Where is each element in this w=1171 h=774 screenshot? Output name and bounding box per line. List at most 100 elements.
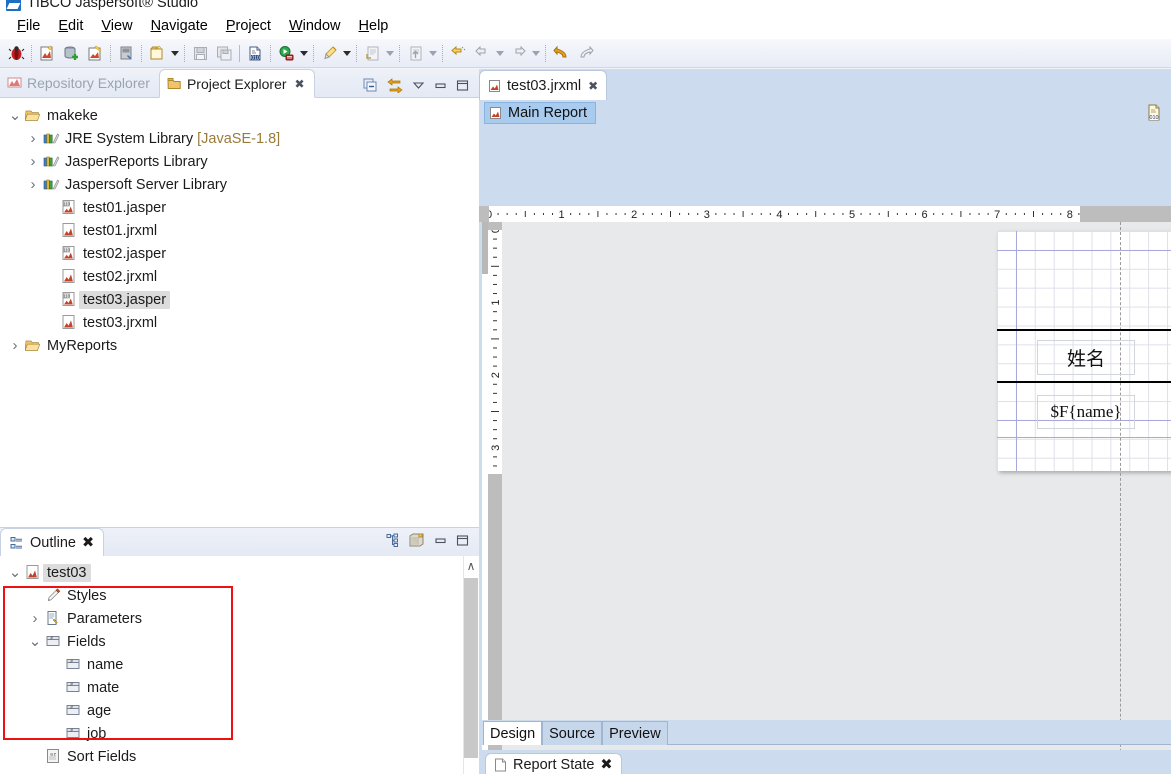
scrollbar-thumb[interactable] — [464, 578, 478, 758]
menu-help[interactable]: Help — [350, 16, 398, 36]
run-icon[interactable] — [274, 41, 298, 65]
tab-repository-explorer[interactable]: Repository Explorer — [0, 68, 159, 97]
design-canvas[interactable]: Title 简介 Column Header 姓名 性别 年龄 职业 Detai… — [502, 222, 1171, 774]
next-annotation-icon[interactable] — [446, 41, 470, 65]
band-column-header[interactable]: Column Header 姓名 性别 年龄 职业 — [997, 329, 1171, 383]
report-page[interactable]: Title 简介 Column Header 姓名 性别 年龄 职业 Detai… — [997, 222, 1171, 774]
tree-item-jasperreports-library[interactable]: › JasperReports Library — [0, 150, 479, 173]
debug-icon[interactable] — [4, 41, 28, 65]
new-datasource-icon[interactable] — [59, 41, 83, 65]
jaspersoft-studio-window: TIBCO Jaspersoft® Studio File Edit View … — [0, 0, 1171, 774]
chevron-right-icon[interactable]: › — [26, 127, 40, 150]
properties-view-icon[interactable] — [409, 533, 425, 548]
save-all-icon — [212, 41, 236, 65]
maximize-icon[interactable] — [456, 534, 469, 547]
minimize-icon[interactable] — [434, 79, 447, 92]
run-dropdown-icon[interactable] — [298, 41, 310, 65]
menu-project[interactable]: Project — [217, 16, 280, 36]
new-jrxml-icon[interactable] — [83, 41, 107, 65]
detail-textfield-name[interactable]: $F{name} — [1037, 395, 1135, 429]
tree-item-parameters[interactable]: › Parameters — [0, 607, 479, 630]
tree-item-age[interactable]: # age — [0, 699, 479, 722]
tree-item-label: test01.jasper — [83, 199, 167, 216]
tree-item-job[interactable]: # job — [0, 722, 479, 745]
svg-text:#: # — [70, 681, 73, 686]
tree-item-myreports[interactable]: › MyReports — [0, 334, 479, 357]
tree-item-jaspersoft-server-library[interactable]: › Jaspersoft Server Library — [0, 173, 479, 196]
highlighter-icon[interactable] — [317, 41, 341, 65]
tree-item-jre-system-library[interactable]: › JRE System Library [JavaSE-1.8] — [0, 127, 479, 150]
tree-item-label: test03 — [43, 563, 91, 582]
menu-window[interactable]: Window — [280, 16, 350, 36]
scroll-up-icon[interactable]: ∧ — [465, 560, 477, 572]
new-wizard-icon[interactable] — [145, 41, 169, 65]
menu-file[interactable]: File — [8, 16, 49, 36]
tree-item-test01-jasper[interactable]: 110 test01.jasper — [0, 196, 479, 219]
svg-text:110: 110 — [63, 247, 71, 252]
band-title[interactable]: Title 简介 — [997, 250, 1171, 329]
tab-label: Report State — [513, 756, 595, 773]
chevron-right-icon[interactable]: › — [26, 173, 40, 196]
tree-item-test03-jasper[interactable]: 110 test03.jasper — [0, 288, 479, 311]
project-tree[interactable]: ⌄ makeke › JRE System Library [JavaSE-1.8… — [0, 98, 479, 527]
tree-item-test02-jasper[interactable]: 110 test02.jasper — [0, 242, 479, 265]
tree-item-label: JRE System Library [JavaSE-1.8] — [65, 130, 281, 147]
tree-item-test03-jrxml[interactable]: test03.jrxml — [0, 311, 479, 334]
close-icon[interactable]: ✖ — [588, 79, 598, 93]
tree-layout-icon[interactable] — [386, 533, 400, 547]
tab-source[interactable]: Source — [542, 721, 603, 745]
tab-test03-jrxml[interactable]: test03.jrxml ✖ — [479, 70, 608, 100]
margin-guide — [997, 437, 1171, 438]
tab-outline[interactable]: Outline ✖ — [0, 528, 105, 557]
band-detail-1[interactable]: Detail 1 $F{name} $F{mate} $F{age} $F{jo… — [997, 383, 1171, 437]
tree-item-test03[interactable]: ⌄ test03 — [0, 561, 479, 584]
tree-item-label: age — [87, 702, 112, 719]
chevron-right-icon[interactable]: › — [26, 150, 40, 173]
binary-doc-icon[interactable]: 010 — [243, 41, 267, 65]
tree-item-mate[interactable]: # mate — [0, 676, 479, 699]
tab-report-state[interactable]: Report State ✖ — [485, 752, 622, 774]
close-icon[interactable]: ✖ — [600, 757, 612, 773]
maximize-icon[interactable] — [456, 79, 469, 92]
close-icon[interactable]: ✖ — [82, 535, 94, 551]
column-header-field-name[interactable]: 姓名 — [1037, 340, 1135, 375]
chevron-down-icon[interactable]: ⌄ — [28, 630, 42, 653]
collapse-all-icon[interactable] — [363, 78, 378, 93]
tree-item-fields[interactable]: ⌄ # Fields — [0, 630, 479, 653]
link-with-editor-icon[interactable] — [387, 78, 403, 93]
view-menu-icon[interactable] — [412, 79, 425, 92]
compile-report-icon[interactable] — [114, 41, 138, 65]
outline-tree[interactable]: ⌄ test03 Styles › Parameters ⌄ # Fields # na… — [0, 556, 479, 768]
undo-icon[interactable] — [549, 41, 573, 65]
chevron-down-icon[interactable]: ⌄ — [8, 561, 22, 584]
tree-item-makeke[interactable]: ⌄ makeke — [0, 104, 479, 127]
menu-edit[interactable]: Edit — [49, 16, 92, 36]
tree-item-name[interactable]: # name — [0, 653, 479, 676]
new-report-icon[interactable] — [35, 41, 59, 65]
menu-view[interactable]: View — [92, 16, 141, 36]
close-icon[interactable]: ✖ — [295, 77, 305, 91]
tab-project-explorer[interactable]: Project Explorer ✖ — [158, 69, 315, 98]
outline-scrollbar[interactable]: ∧ — [463, 556, 479, 774]
outline-icon — [10, 536, 24, 550]
tab-design[interactable]: Design — [483, 721, 543, 745]
binary-doc-icon[interactable]: 010 — [1146, 104, 1163, 122]
tree-item-styles[interactable]: Styles — [0, 584, 479, 607]
tree-item-test01-jrxml[interactable]: test01.jrxml — [0, 219, 479, 242]
tree-item-test02-jrxml[interactable]: test02.jrxml — [0, 265, 479, 288]
minimize-icon[interactable] — [434, 534, 447, 547]
jasper-file-icon: 110 — [61, 245, 78, 262]
chevron-right-icon[interactable]: › — [8, 334, 22, 357]
tree-item-label: JasperReports Library — [65, 153, 208, 170]
tab-preview[interactable]: Preview — [602, 721, 668, 745]
menu-navigate[interactable]: Navigate — [142, 16, 217, 36]
tree-item-label: Sort Fields — [67, 748, 137, 765]
new-wizard-dropdown-icon[interactable] — [169, 41, 181, 65]
main-report-chip[interactable]: Main Report — [484, 102, 596, 124]
chevron-down-icon[interactable]: ⌄ — [8, 104, 22, 127]
tree-item-sort-fields[interactable]: a z Sort Fields — [0, 745, 479, 768]
chevron-right-icon[interactable]: › — [28, 607, 42, 630]
highlighter-dropdown-icon[interactable] — [341, 41, 353, 65]
